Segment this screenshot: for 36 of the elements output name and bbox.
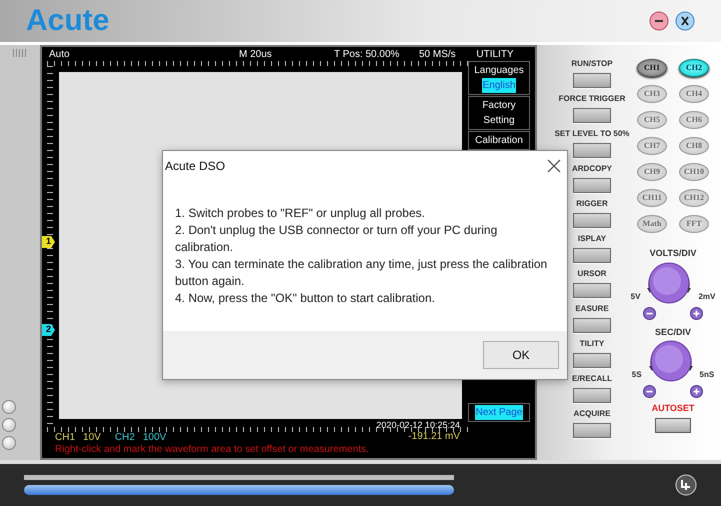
control-label: URSOR bbox=[578, 269, 606, 279]
hint-text: Right-click and mark the waveform area to set offset or measurements. bbox=[55, 444, 370, 456]
control-label: EASURE bbox=[575, 304, 609, 314]
control-label: ARDCOPY bbox=[572, 164, 612, 174]
knob-min-label: 5V bbox=[630, 290, 640, 302]
channel-scale: 100V bbox=[142, 432, 166, 444]
instruction-text: 4. Now, press the "OK" button to start calibration. bbox=[175, 290, 436, 307]
knob-max-label: 5nS bbox=[700, 369, 714, 381]
control-label: FORCE TRIGGER bbox=[558, 94, 626, 104]
timebase-readout: M 20us bbox=[239, 48, 273, 62]
channel-name: CH1 bbox=[55, 432, 76, 444]
control-label: RUN/STOP bbox=[571, 59, 613, 69]
knob-max-label: 2mV bbox=[698, 290, 716, 302]
sample-rate-readout: 50 MS/s bbox=[419, 48, 457, 62]
menu-title: UTILITY bbox=[475, 48, 515, 62]
control-label: SET LEVEL TO 50% bbox=[554, 129, 630, 139]
app-logo: Acute bbox=[26, 6, 110, 36]
control-label: E/RECALL bbox=[572, 374, 612, 384]
trigger-mode: Auto bbox=[49, 48, 71, 62]
channel-scale: 10V bbox=[83, 432, 101, 444]
trigger-position-readout: T Pos: 50.00% bbox=[334, 48, 400, 62]
knob-title: VOLTS/DIV bbox=[650, 247, 696, 260]
control-label: RIGGER bbox=[576, 199, 608, 209]
control-label: ACQUIRE bbox=[574, 409, 610, 419]
instruction-text: 3. You can terminate the calibration any time, just press the calibration button again. bbox=[175, 256, 548, 290]
instruction-text: 1. Switch probes to "REF" or unplug all probes. bbox=[175, 205, 426, 222]
timestamp: 2020-02-12 10:25:24 bbox=[376, 419, 460, 431]
instruction-text: 2. Don't unplug the USB connector or turn off your PC during calibration. bbox=[175, 222, 498, 256]
dialog-title: Acute DSO bbox=[165, 158, 226, 175]
voltage-reading: -191.21 mV bbox=[408, 431, 460, 443]
autoset-label: AUTOSET bbox=[652, 402, 694, 415]
knob-min-label: 5S bbox=[632, 369, 642, 381]
control-label: TILITY bbox=[580, 339, 604, 349]
knob-title: SEC/DIV bbox=[654, 326, 691, 338]
channel-name: CH2 bbox=[114, 432, 135, 444]
control-label: ISPLAY bbox=[578, 234, 606, 244]
